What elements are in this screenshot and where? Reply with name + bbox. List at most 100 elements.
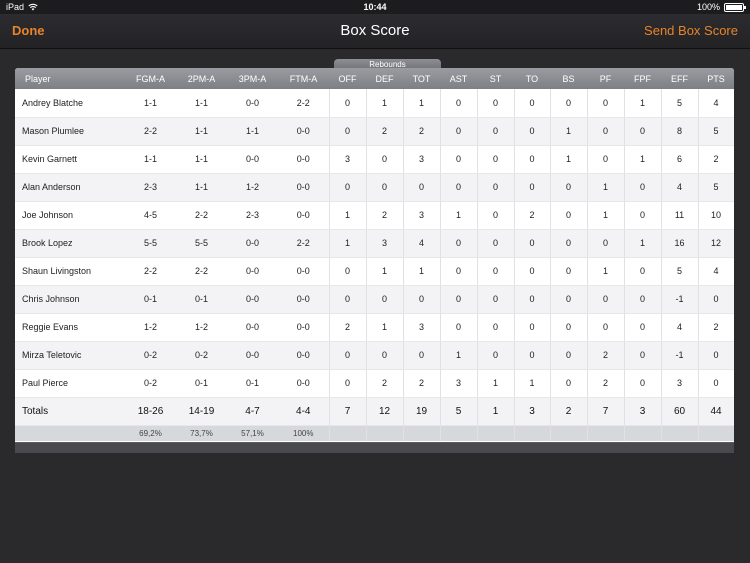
- stat-cell: 4: [698, 257, 734, 286]
- stat-cell: 4: [403, 229, 441, 258]
- stat-cell: 5-5: [176, 229, 227, 258]
- table-row[interactable]: Reggie Evans 1-2 1-2 0-0 0-0 2 1 3 0 0 0 0 0 0 4 2: [15, 313, 734, 342]
- stat-cell: 0-0: [278, 173, 330, 202]
- column-header-tot[interactable]: TOT: [403, 68, 440, 89]
- stat-cell: 0-1: [176, 369, 227, 398]
- stat-cell: 0: [550, 313, 588, 342]
- column-header-to[interactable]: TO: [514, 68, 550, 89]
- stat-cell: 1: [624, 89, 662, 118]
- stat-cell: 0: [624, 369, 662, 398]
- stat-cell: 5: [661, 89, 699, 118]
- stat-cell: 0: [587, 89, 625, 118]
- stat-cell: 0: [440, 145, 478, 174]
- stat-cell: 2-2: [278, 229, 330, 258]
- player-name: Reggie Evans: [15, 313, 125, 342]
- stat-cell: 0-0: [278, 117, 330, 146]
- battery-percent: 100%: [696, 2, 720, 12]
- percentage-cell: [329, 425, 367, 441]
- stat-cell: 18-26: [125, 397, 176, 426]
- percentage-cell: [15, 425, 125, 441]
- stat-cell: 8: [661, 117, 699, 146]
- stat-cell: 3: [661, 369, 699, 398]
- table-row[interactable]: Paul Pierce 0-2 0-1 0-1 0-0 0 2 2 3 1 1 0 2 0 3 0: [15, 369, 734, 398]
- stat-cell: 0: [514, 313, 551, 342]
- table-row[interactable]: Alan Anderson 2-3 1-1 1-2 0-0 0 0 0 0 0 0 0 1 0 4 5: [15, 173, 734, 202]
- stat-cell: 0-1: [227, 369, 278, 398]
- stat-cell: 0: [440, 89, 478, 118]
- stat-cell: 0: [550, 257, 588, 286]
- stat-cell: 0: [550, 369, 588, 398]
- player-name: Shaun Livingston: [15, 257, 125, 286]
- stat-cell: 0: [440, 313, 478, 342]
- column-header-st[interactable]: ST: [477, 68, 514, 89]
- column-header-pts[interactable]: PTS: [698, 68, 734, 89]
- stat-cell: 1: [329, 229, 367, 258]
- column-header-off[interactable]: OFF: [329, 68, 366, 89]
- stat-cell: 0-0: [278, 257, 330, 286]
- stat-cell: 1-1: [227, 117, 278, 146]
- stat-cell: 1-1: [176, 89, 227, 118]
- stat-cell: 1-2: [227, 173, 278, 202]
- player-name: Joe Johnson: [15, 201, 125, 230]
- stat-cell: 5-5: [125, 229, 176, 258]
- table-row[interactable]: Andrey Blatche 1-1 1-1 0-0 2-2 0 1 1 0 0 0 0 0 1 5 4: [15, 89, 734, 118]
- stat-cell: 1: [403, 257, 441, 286]
- stat-cell: 0: [624, 341, 662, 370]
- stat-cell: 0-0: [278, 313, 330, 342]
- stat-cell: 0: [624, 117, 662, 146]
- stat-cell: 0: [440, 117, 478, 146]
- column-header-ast[interactable]: AST: [440, 68, 477, 89]
- stat-cell: 0-2: [125, 341, 176, 370]
- stat-cell: 2: [403, 117, 441, 146]
- stat-cell: 0: [514, 229, 551, 258]
- column-header-fgm-a[interactable]: FGM-A: [125, 68, 176, 89]
- column-header-fpf[interactable]: FPF: [624, 68, 661, 89]
- stat-cell: 2: [587, 341, 625, 370]
- percentage-cell: [624, 425, 662, 441]
- table-row[interactable]: Shaun Livingston 2-2 2-2 0-0 0-0 0 1 1 0 0 0 0 1 0 5 4: [15, 257, 734, 286]
- player-name: Kevin Garnett: [15, 145, 125, 174]
- column-header-ftm-a[interactable]: FTM-A: [278, 68, 329, 89]
- send-box-score-button[interactable]: Send Box Score: [644, 23, 738, 38]
- stat-cell: 0: [477, 341, 515, 370]
- stat-cell: 3: [403, 313, 441, 342]
- column-header-player[interactable]: Player: [15, 68, 125, 89]
- stat-cell: 0: [587, 285, 625, 314]
- column-header-eff[interactable]: EFF: [661, 68, 698, 89]
- status-right: 100%: [696, 0, 746, 14]
- stat-cell: 1-1: [176, 145, 227, 174]
- table-row[interactable]: Brook Lopez 5-5 5-5 0-0 2-2 1 3 4 0 0 0 0 0 1 16 12: [15, 229, 734, 258]
- stat-cell: 0: [587, 145, 625, 174]
- table-row[interactable]: Chris Johnson 0-1 0-1 0-0 0-0 0 0 0 0 0 0 0 0 0 -1 0: [15, 285, 734, 314]
- stat-cell: 0-2: [125, 369, 176, 398]
- table-row[interactable]: Mirza Teletovic 0-2 0-2 0-0 0-0 0 0 0 1 0 0 0 2 0 -1 0: [15, 341, 734, 370]
- status-time: 10:44: [363, 2, 387, 12]
- player-name: Mirza Teletovic: [15, 341, 125, 370]
- percentage-cell: [477, 425, 515, 441]
- column-header-3pm-a[interactable]: 3PM-A: [227, 68, 278, 89]
- totals-label: Totals: [15, 397, 125, 426]
- percentage-cell: [698, 425, 734, 441]
- stat-cell: 7: [329, 397, 367, 426]
- column-header-2pm-a[interactable]: 2PM-A: [176, 68, 227, 89]
- box-score-table-panel: Player FGM-A 2PM-A 3PM-A FTM-A OFF DEF TOT AST ST…: [15, 68, 734, 442]
- percentage-cell: [366, 425, 404, 441]
- stat-cell: 1: [477, 369, 515, 398]
- stat-cell: 3: [514, 397, 551, 426]
- table-header: Player FGM-A 2PM-A 3PM-A FTM-A OFF DEF TOT AST ST…: [15, 68, 734, 89]
- table-row[interactable]: Joe Johnson 4-5 2-2 2-3 0-0 1 2 3 1 0 2 0 1 0 11 10: [15, 201, 734, 230]
- column-header-bs[interactable]: BS: [550, 68, 587, 89]
- stat-cell: 1: [624, 145, 662, 174]
- table-row[interactable]: Mason Plumlee 2-2 1-1 1-1 0-0 0 2 2 0 0 0 1 0 0 8 5: [15, 117, 734, 146]
- stat-cell: 3: [440, 369, 478, 398]
- table-row[interactable]: Kevin Garnett 1-1 1-1 0-0 0-0 3 0 3 0 0 0 1 0 1 6 2: [15, 145, 734, 174]
- stat-cell: 0: [477, 145, 515, 174]
- stat-cell: 0: [587, 229, 625, 258]
- stat-cell: 0: [624, 285, 662, 314]
- stat-cell: 0: [329, 369, 367, 398]
- column-header-def[interactable]: DEF: [366, 68, 403, 89]
- column-header-pf[interactable]: PF: [587, 68, 624, 89]
- player-name: Mason Plumlee: [15, 117, 125, 146]
- stat-cell: 1: [403, 89, 441, 118]
- stat-cell: 0: [366, 341, 404, 370]
